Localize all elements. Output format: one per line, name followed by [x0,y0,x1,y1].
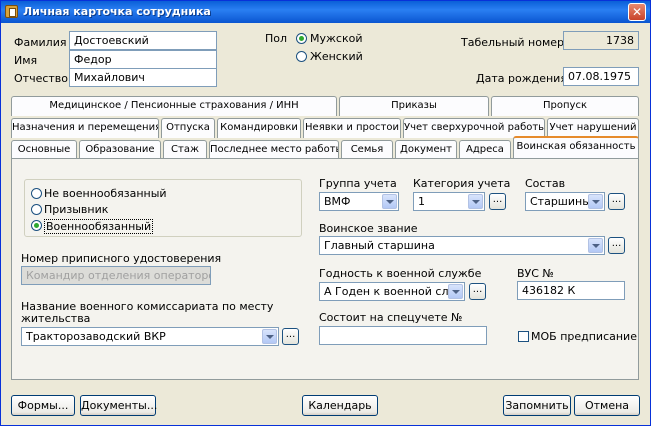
mob-checkbox[interactable] [518,331,529,342]
chevron-down-icon[interactable] [588,194,603,209]
tab-military[interactable]: Воинская обязанность [513,136,639,159]
chevron-down-icon[interactable] [262,329,277,344]
tab-addresses[interactable]: Адреса [459,140,511,160]
fitness-value: А Годен к военной служб [324,285,448,298]
tab-absences[interactable]: Неявки и простои [303,118,401,138]
composition-select[interactable]: Старшины [525,192,605,211]
commissariat-select[interactable]: Тракторозаводский ВКР [21,327,279,346]
surname-input[interactable]: Достоевский [69,31,217,50]
patronymic-label: Отчество [14,72,69,85]
name-input[interactable]: Федор [69,50,217,69]
tab-pass[interactable]: Пропуск [491,96,639,116]
title-bar: Личная карточка сотрудника ✕ [1,1,650,23]
status-not-liable-radio[interactable] [31,188,42,199]
forms-button[interactable]: Формы... [11,395,75,416]
tab-main[interactable]: Основные [11,140,77,160]
gender-female-label: Женский [310,50,363,63]
gender-female-radio[interactable] [296,51,307,62]
status-conscript-label: Призывник [44,203,109,216]
tab-appointments[interactable]: Назначения и перемещения [11,118,159,138]
commissariat-label: Название военного комиссариата по месту … [21,300,274,325]
gender-label: Пол [265,32,288,45]
vus-input[interactable]: 436182 К [517,281,625,300]
fitness-label: Годность к военной службе [319,267,482,280]
status-liable-radio[interactable] [31,220,42,231]
special-register-input[interactable] [319,326,487,345]
rank-browse-button[interactable]: ... [608,237,625,254]
name-label: Имя [14,54,38,67]
gender-male-radio[interactable] [296,33,307,44]
tab-vacations[interactable]: Отпуска [161,118,215,138]
rank-select[interactable]: Главный старшина [319,236,605,255]
tab-education[interactable]: Образование [79,140,161,160]
tab-family[interactable]: Семья [341,140,393,160]
tab-violations[interactable]: Учет нарушений [547,118,639,138]
special-register-label: Состоит на спецучете № [319,311,463,324]
chevron-down-icon[interactable] [448,284,463,299]
close-icon[interactable]: ✕ [628,3,646,21]
patronymic-input[interactable]: Михайлович [69,68,217,87]
cancel-button[interactable]: Отмена [574,395,640,416]
chevron-down-icon[interactable] [468,194,483,209]
fitness-select[interactable]: А Годен к военной служб [319,282,465,301]
birth-date-input[interactable]: 07.08.1975 [563,67,639,86]
category-select[interactable]: 1 [413,192,485,211]
group-value: ВМФ [324,195,351,208]
tab-orders[interactable]: Приказы [339,96,489,116]
status-liable-label: Военнообязанный [44,219,154,234]
category-label: Категория учета [413,177,511,190]
card-app-icon [5,5,18,18]
tabnum-label: Табельный номер [461,36,565,49]
surname-label: Фамилия [14,36,67,49]
employee-card-window: Личная карточка сотрудника ✕ Фамилия Дос… [0,0,651,426]
cert-input[interactable]: Командир отделения операторов [21,266,211,285]
composition-browse-button[interactable]: ... [608,193,625,210]
tabnum-field: 1738 [563,31,639,50]
tab-experience[interactable]: Стаж [163,140,207,160]
rank-value: Главный старшина [324,239,435,252]
composition-value: Старшины [530,195,591,208]
category-browse-button[interactable]: ... [489,193,506,210]
tab-last-workplace[interactable]: Последнее место работы [209,140,339,160]
commissariat-browse-button[interactable]: ... [282,328,299,345]
commissariat-value: Тракторозаводский ВКР [26,330,166,343]
calendar-button[interactable]: Календарь [302,395,378,416]
group-label: Группа учета [319,177,397,190]
category-value: 1 [418,195,425,208]
composition-label: Состав [525,177,566,190]
tab-overtime[interactable]: Учет сверхурочной работы [403,118,545,138]
window-title: Личная карточка сотрудника [23,5,211,18]
group-select[interactable]: ВМФ [319,192,399,211]
chevron-down-icon[interactable] [382,194,397,209]
gender-male-label: Мужской [310,32,363,45]
documents-button[interactable]: Документы... [80,395,157,416]
tab-medical[interactable]: Медицинское / Пенсионные страхования / И… [11,96,337,116]
save-button[interactable]: Запомнить [503,395,571,416]
rank-label: Воинское звание [319,222,418,235]
fitness-browse-button[interactable]: ... [469,283,486,300]
tab-document[interactable]: Документ [395,140,457,160]
vus-label: ВУС № [517,267,554,280]
status-not-liable-label: Не военнообязанный [44,187,167,200]
status-conscript-radio[interactable] [31,204,42,215]
chevron-down-icon[interactable] [588,238,603,253]
cert-label: Номер приписного удостоверения [21,252,222,265]
tab-business-trips[interactable]: Командировки [217,118,301,138]
birth-label: Дата рождения [476,72,567,85]
mob-label: МОБ предписание [531,330,637,343]
